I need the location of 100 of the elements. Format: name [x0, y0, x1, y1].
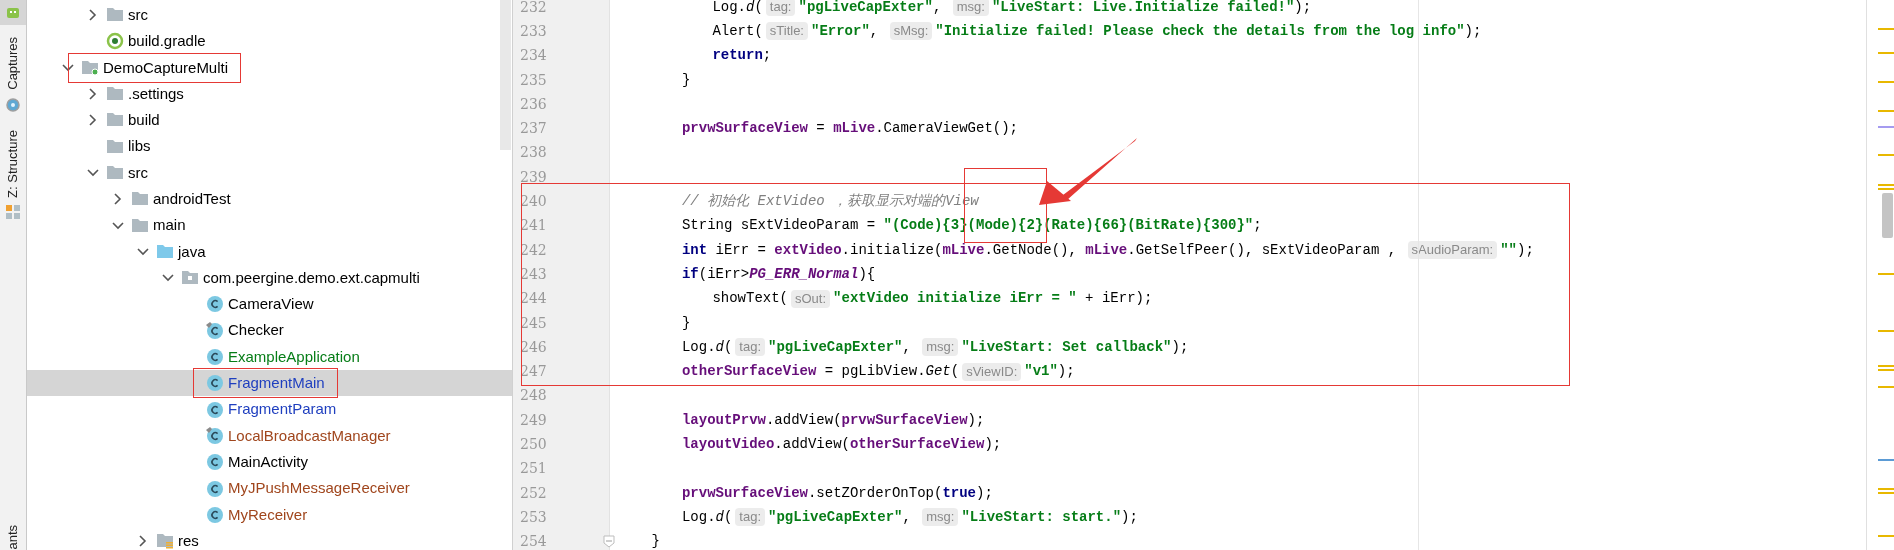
tool-window-button[interactable]: Captures [5, 37, 21, 90]
tree-item[interactable]: MainActivity [27, 449, 512, 476]
line-number: 254 [520, 532, 547, 550]
string-literal: "LiveStart: Set callback" [961, 337, 1172, 357]
code-text: = [815, 119, 826, 139]
field-name: prvwSurfaceView [841, 410, 968, 430]
keyword: int [681, 240, 708, 260]
gradle-icon [106, 32, 124, 51]
parameter-hint: sViewID: [962, 362, 1022, 381]
tree-item[interactable]: ExampleApplication [27, 343, 512, 371]
tree-item[interactable]: main [27, 212, 512, 239]
camera-icon [5, 95, 21, 112]
code-text: ( [723, 337, 733, 357]
field-name: otherSurfaceView [681, 362, 817, 382]
string-literal: "LiveStart: Live.Initialize failed!" [991, 0, 1295, 17]
tree-item[interactable]: res [27, 527, 512, 550]
tree-item[interactable]: LocalBroadcastManager [27, 422, 512, 450]
string-literal: "pgLiveCapExter" [798, 0, 933, 17]
code-text: ( [723, 507, 733, 527]
code-text: .CameraViewGet(); [875, 119, 1018, 139]
code-text: } [681, 313, 691, 333]
field-name: otherSurfaceView [849, 435, 985, 454]
line-number: 250 [520, 435, 547, 454]
file-name: FragmentMain [228, 373, 325, 394]
tree-item[interactable]: src [27, 2, 512, 29]
code-text: Alert( [712, 21, 763, 41]
parameter-hint: tag: [735, 338, 766, 357]
field-name: layoutVideo [681, 435, 775, 454]
tree-item[interactable]: java [27, 238, 512, 265]
code-text: ); [967, 410, 985, 430]
parameter-hint: sOut: [791, 289, 831, 308]
class-icon [206, 295, 224, 314]
code-text: ); [1294, 0, 1312, 17]
tree-item[interactable]: .settings [27, 80, 512, 108]
line-number: 232 [520, 0, 547, 17]
folder-icon [156, 242, 174, 261]
file-name: res [178, 530, 199, 550]
file-name: Checker [228, 320, 284, 341]
code-text: iErr = [714, 240, 767, 260]
string-literal: "pgLiveCapExter" [768, 507, 903, 527]
file-name: MainActivity [228, 451, 309, 472]
code-text: showText( [712, 289, 788, 309]
class-icon [206, 348, 224, 366]
code-text: ; [762, 46, 772, 66]
code-text: , [902, 507, 912, 527]
code-text: = pgLibView. [823, 362, 926, 382]
file-name: DemoCaptureMulti [103, 57, 229, 78]
code-text: .GetSelfPeer(), sExtVideoParam , [1127, 240, 1398, 260]
tree-item[interactable]: FragmentParam [27, 396, 512, 423]
file-name: src [128, 162, 148, 183]
tool-window-button[interactable]: ants [5, 525, 21, 550]
string-literal: (Mode){2} [967, 217, 1044, 234]
parameter-hint: sMsg: [889, 22, 933, 41]
tree-item[interactable]: DemoCaptureMulti [27, 54, 512, 81]
tree-item[interactable]: MyJPushMessageReceiver [27, 475, 512, 502]
file-name: src [128, 4, 148, 25]
field-name: layoutPrvw [681, 410, 766, 430]
string-literal: "pgLiveCapExter" [768, 337, 903, 357]
class-icon [206, 479, 224, 498]
string-literal: "Error" [811, 21, 870, 41]
code-text: ); [976, 483, 993, 503]
file-name: CameraView [228, 294, 314, 315]
code-text: .GetNode(), [984, 240, 1078, 260]
keyword: if [681, 264, 699, 284]
file-name: build.gradle [128, 31, 206, 52]
code-text: ( [754, 0, 763, 17]
code-text: ); [1517, 240, 1534, 260]
string-literal: "" [1500, 240, 1517, 260]
code-text: ); [1121, 507, 1138, 527]
tree-item[interactable]: Checker [27, 317, 512, 344]
tree-item[interactable]: MyReceiver [27, 501, 512, 528]
parameter-hint: tag: [735, 508, 766, 527]
tree-item[interactable]: androidTest [27, 186, 512, 213]
code-text: String sExtVideoParam = [681, 216, 877, 236]
tree-item[interactable]: build [27, 107, 512, 134]
code-text: .setZOrderOnTop( [807, 483, 943, 503]
line-number: 243 [520, 264, 547, 284]
tree-item[interactable]: build.gradle [27, 28, 512, 55]
tree-item[interactable]: com.peergine.demo.ext.capmulti [27, 264, 512, 292]
string-literal: "Initialize failed! Please check the details from the log info" [935, 21, 1465, 41]
tree-item[interactable]: CameraView [27, 291, 512, 318]
tree-item[interactable]: src [27, 159, 512, 187]
tree-item[interactable]: libs [27, 133, 512, 160]
scrollbar-thumb[interactable] [500, 0, 511, 150]
folder-icon [106, 137, 124, 156]
code-text: Log. [681, 337, 716, 357]
method-name: d [715, 507, 724, 527]
file-name: java [178, 241, 206, 262]
method-name: d [715, 337, 724, 357]
line-number: 234 [520, 46, 547, 66]
code-text: ( [950, 362, 960, 382]
tool-window-button[interactable]: Z: Structure [5, 129, 21, 198]
parameter-hint: sAudioParam: [1407, 241, 1498, 260]
structure-icon [5, 203, 21, 220]
file-name: build [128, 110, 160, 131]
line-number: 238 [520, 143, 547, 163]
file-name: ExampleApplication [228, 346, 360, 367]
scrollbar-thumb[interactable] [1882, 193, 1893, 238]
line-number: 240 [520, 192, 547, 211]
tree-item[interactable]: FragmentMain [27, 370, 512, 397]
